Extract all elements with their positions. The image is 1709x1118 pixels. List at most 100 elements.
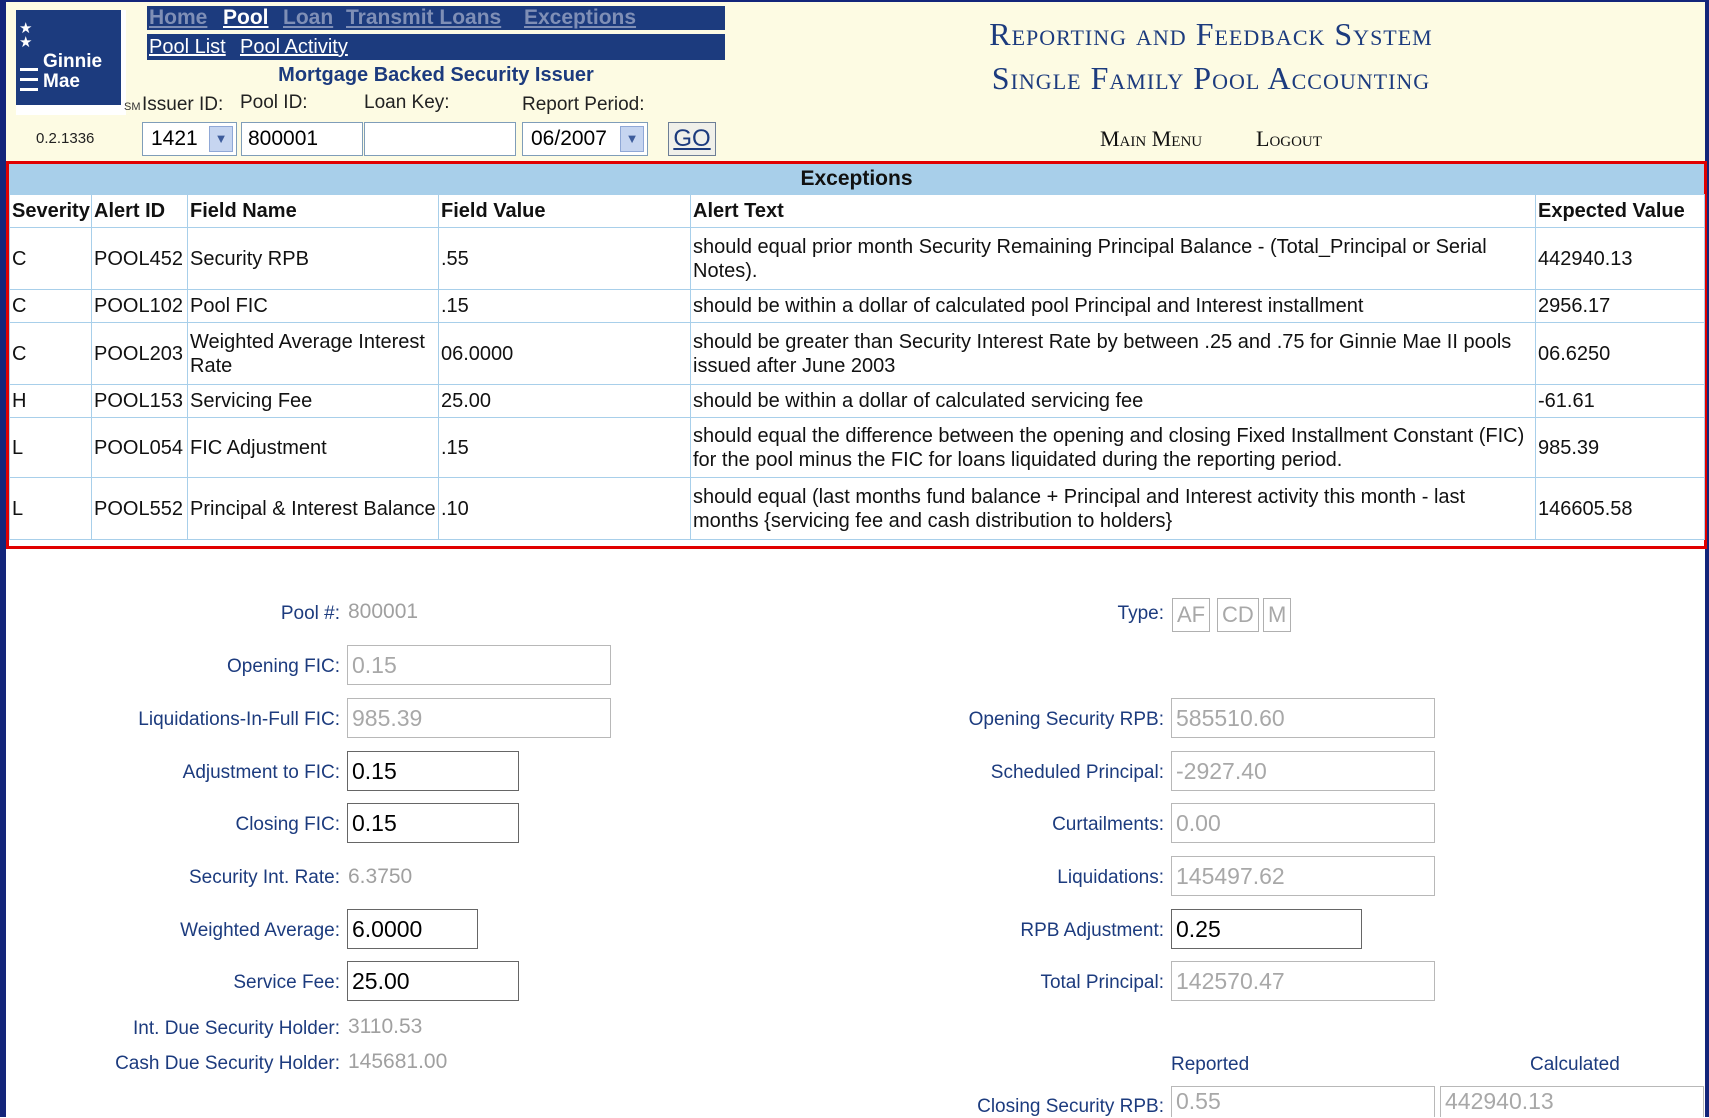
field-value-cell: 06.0000 bbox=[438, 322, 691, 385]
system-title: Reporting and Feedback System bbox=[989, 16, 1433, 52]
pool-num-value: 800001 bbox=[348, 600, 419, 623]
alert-text-cell: should equal the difference between the … bbox=[690, 417, 1536, 478]
sched-principal-field: -2927.40 bbox=[1171, 751, 1435, 791]
severity-cell: C bbox=[9, 227, 92, 290]
sec-int-rate-value: 6.3750 bbox=[348, 865, 413, 888]
subnav-pool-activity[interactable]: Pool Activity bbox=[240, 34, 348, 60]
total-principal-label: Total Principal: bbox=[1040, 972, 1164, 993]
field-name-cell: Security RPB bbox=[187, 227, 439, 290]
issuer-title: Mortgage Backed Security Issuer bbox=[278, 64, 594, 86]
chevron-down-icon[interactable]: ▼ bbox=[209, 126, 233, 152]
nav-home[interactable]: Home bbox=[149, 6, 207, 30]
field-value-cell: .55 bbox=[438, 227, 691, 290]
main-menu-link[interactable]: Main Menu bbox=[1100, 126, 1202, 152]
ginnie-mae-logo: ★ ★ Ginnie Mae SM bbox=[16, 10, 141, 115]
field-name-cell: Weighted Average Interest Rate bbox=[187, 322, 439, 385]
table-row: C POOL203 Weighted Average Interest Rate… bbox=[9, 322, 1705, 385]
alert-id-cell: POOL054 bbox=[91, 417, 188, 478]
expected-value-cell: 06.6250 bbox=[1535, 322, 1705, 385]
weighted-avg-input[interactable]: 6.0000 bbox=[347, 909, 478, 949]
type-option-cd[interactable]: CD bbox=[1217, 598, 1259, 632]
report-period-select[interactable]: 06/2007 ▼ bbox=[522, 122, 648, 156]
issuer-id-label: Issuer ID: bbox=[142, 94, 224, 115]
nav-loan[interactable]: Loan bbox=[283, 6, 333, 30]
nav-exceptions[interactable]: Exceptions bbox=[524, 6, 636, 30]
sub-nav: Pool List Pool Activity bbox=[147, 34, 725, 60]
exceptions-table: Severity Alert ID Field Name Field Value… bbox=[9, 194, 1705, 540]
subnav-pool-list[interactable]: Pool List bbox=[149, 34, 226, 60]
field-value-cell: .15 bbox=[438, 289, 691, 323]
field-name-cell: Pool FIC bbox=[187, 289, 439, 323]
logo-sm-mark: SM bbox=[124, 101, 141, 113]
table-header-row: Severity Alert ID Field Name Field Value… bbox=[9, 194, 1705, 228]
severity-cell: L bbox=[9, 417, 92, 478]
alert-id-cell: POOL452 bbox=[91, 227, 188, 290]
calculated-column-header: Calculated bbox=[1530, 1054, 1620, 1075]
expected-value-cell: 985.39 bbox=[1535, 417, 1705, 478]
table-row: L POOL552 Principal & Interest Balance .… bbox=[9, 477, 1705, 540]
pool-id-label: Pool ID: bbox=[240, 92, 308, 113]
version-label: 0.2.1336 bbox=[36, 130, 95, 147]
col-field-name: Field Name bbox=[187, 194, 439, 228]
closing-fic-input[interactable]: 0.15 bbox=[347, 803, 519, 843]
chevron-down-icon[interactable]: ▼ bbox=[620, 126, 644, 152]
expected-value-cell: -61.61 bbox=[1535, 384, 1705, 418]
field-value-cell: 25.00 bbox=[438, 384, 691, 418]
closing-rpb-calculated-field: 442940.13 bbox=[1440, 1086, 1704, 1117]
type-label: Type: bbox=[1117, 603, 1164, 624]
loan-key-input[interactable] bbox=[364, 122, 516, 156]
sched-principal-label: Scheduled Principal: bbox=[990, 762, 1164, 783]
int-due-value: 3110.53 bbox=[348, 1015, 423, 1038]
curtailments-field: 0.00 bbox=[1171, 803, 1435, 843]
stripe-icon bbox=[20, 68, 38, 71]
logo-emblem: ★ ★ Ginnie Mae bbox=[16, 10, 121, 105]
opening-fic-field: 0.15 bbox=[347, 645, 611, 685]
type-option-af[interactable]: AF bbox=[1172, 598, 1211, 632]
alert-id-cell: POOL102 bbox=[91, 289, 188, 323]
liq-fic-field: 985.39 bbox=[347, 698, 611, 738]
field-name-cell: Servicing Fee bbox=[187, 384, 439, 418]
alert-id-cell: POOL153 bbox=[91, 384, 188, 418]
opening-rpb-field: 585510.60 bbox=[1171, 698, 1435, 738]
reported-column-header: Reported bbox=[1171, 1054, 1250, 1075]
service-fee-input[interactable]: 25.00 bbox=[347, 961, 519, 1001]
expected-value-cell: 146605.58 bbox=[1535, 477, 1705, 540]
main-nav: Home Pool Loan Transmit Loans Exceptions bbox=[147, 6, 725, 30]
severity-cell: C bbox=[9, 322, 92, 385]
rpb-adj-label: RPB Adjustment: bbox=[1020, 920, 1164, 941]
alert-text-cell: should equal prior month Security Remain… bbox=[690, 227, 1536, 290]
type-option-m[interactable]: M bbox=[1263, 598, 1292, 632]
field-name-cell: FIC Adjustment bbox=[187, 417, 439, 478]
exceptions-panel: Exceptions Severity Alert ID Field Name … bbox=[6, 161, 1707, 549]
logout-link[interactable]: Logout bbox=[1256, 126, 1322, 152]
closing-rpb-label: Closing Security RPB: bbox=[977, 1096, 1164, 1117]
alert-text-cell: should equal (last months fund balance +… bbox=[690, 477, 1536, 540]
int-due-label: Int. Due Security Holder: bbox=[133, 1018, 340, 1039]
liquidations-field: 145497.62 bbox=[1171, 856, 1435, 896]
table-row: L POOL054 FIC Adjustment .15 should equa… bbox=[9, 417, 1705, 478]
field-value-cell: .10 bbox=[438, 477, 691, 540]
pool-id-input[interactable]: 800001 bbox=[241, 122, 363, 156]
loan-key-label: Loan Key: bbox=[364, 92, 450, 113]
nav-transmit-loans[interactable]: Transmit Loans bbox=[346, 6, 501, 30]
rpb-adj-input[interactable]: 0.25 bbox=[1171, 909, 1362, 949]
go-button[interactable]: GO bbox=[668, 122, 716, 156]
severity-cell: H bbox=[9, 384, 92, 418]
liq-fic-label: Liquidations-In-Full FIC: bbox=[138, 709, 340, 730]
alert-id-cell: POOL203 bbox=[91, 322, 188, 385]
sec-int-rate-label: Security Int. Rate: bbox=[188, 867, 340, 888]
exceptions-title: Exceptions bbox=[9, 164, 1704, 194]
severity-cell: C bbox=[9, 289, 92, 323]
total-principal-field: 142570.47 bbox=[1171, 961, 1435, 1001]
page-header: ★ ★ Ginnie Mae SM 0.2.1336 Home Pool Loan … bbox=[6, 2, 1705, 162]
nav-pool[interactable]: Pool bbox=[223, 6, 269, 30]
issuer-id-select[interactable]: 1421 ▼ bbox=[142, 122, 237, 156]
curtailments-label: Curtailments: bbox=[1052, 814, 1164, 835]
adj-fic-input[interactable]: 0.15 bbox=[347, 751, 519, 791]
pool-num-label: Pool #: bbox=[280, 603, 340, 624]
col-severity: Severity bbox=[9, 194, 92, 228]
cash-due-label: Cash Due Security Holder: bbox=[115, 1053, 340, 1074]
service-fee-label: Service Fee: bbox=[233, 972, 340, 993]
liquidations-label: Liquidations: bbox=[1057, 867, 1164, 888]
field-name-cell: Principal & Interest Balance bbox=[187, 477, 439, 540]
